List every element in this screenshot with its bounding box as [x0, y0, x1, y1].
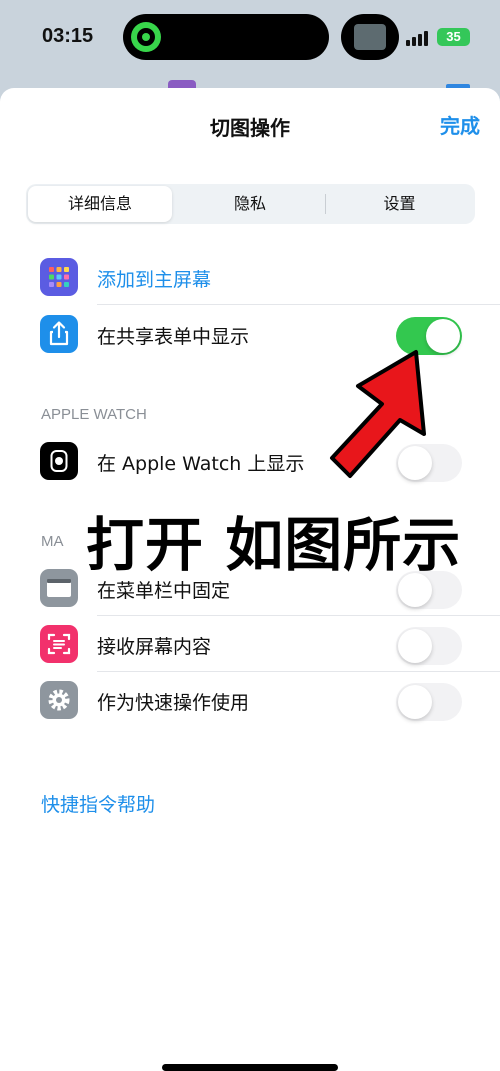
screen-scan-icon [40, 625, 78, 663]
status-bar: 03:15 35 [0, 0, 500, 80]
home-indicator [162, 1064, 338, 1071]
dynamic-island-media [341, 14, 399, 60]
segmented-control: 详细信息 隐私 设置 [26, 184, 475, 224]
apple-watch-icon [40, 442, 78, 480]
shortcuts-help-link[interactable]: 快捷指令帮助 [41, 790, 155, 817]
sheet-title: 切图操作 [210, 116, 290, 140]
gear-icon [40, 681, 78, 719]
tab-settings[interactable]: 设置 [326, 186, 473, 222]
add-to-home-label[interactable]: 添加到主屏幕 [97, 265, 211, 292]
status-time: 03:15 [42, 25, 94, 47]
quick-action-row: 作为快速操作使用 [0, 672, 500, 728]
tab-privacy[interactable]: 隐私 [176, 186, 324, 222]
menubar-icon [40, 569, 78, 607]
done-button[interactable]: 完成 [440, 110, 480, 139]
share-icon [40, 315, 78, 353]
dynamic-island [123, 14, 329, 60]
quick-action-toggle[interactable] [396, 683, 462, 721]
apple-watch-section-header: APPLE WATCH [41, 406, 147, 423]
receive-screen-toggle[interactable] [396, 627, 462, 665]
media-thumbnail [354, 24, 386, 50]
add-to-home-row[interactable]: 添加到主屏幕 [0, 249, 500, 305]
red-arrow-annotation [330, 350, 426, 478]
battery-indicator: 35 [437, 28, 470, 46]
divider [97, 304, 500, 305]
cellular-signal-icon [406, 30, 430, 46]
receive-screen-row: 接收屏幕内容 [0, 616, 500, 672]
toggle-knob [398, 685, 432, 719]
home-grid-icon [40, 258, 78, 296]
share-sheet-label: 在共享表单中显示 [97, 326, 250, 348]
toggle-knob [398, 629, 432, 663]
quick-action-label: 作为快速操作使用 [97, 692, 250, 714]
tab-details[interactable]: 详细信息 [28, 186, 172, 222]
receive-screen-label: 接收屏幕内容 [97, 636, 212, 658]
apple-watch-label: 在 Apple Watch 上显示 [97, 453, 305, 475]
activity-ring-icon [131, 22, 161, 52]
mac-section-header: MA [41, 533, 64, 550]
annotation-text: 打开 如图所示 [86, 511, 462, 579]
